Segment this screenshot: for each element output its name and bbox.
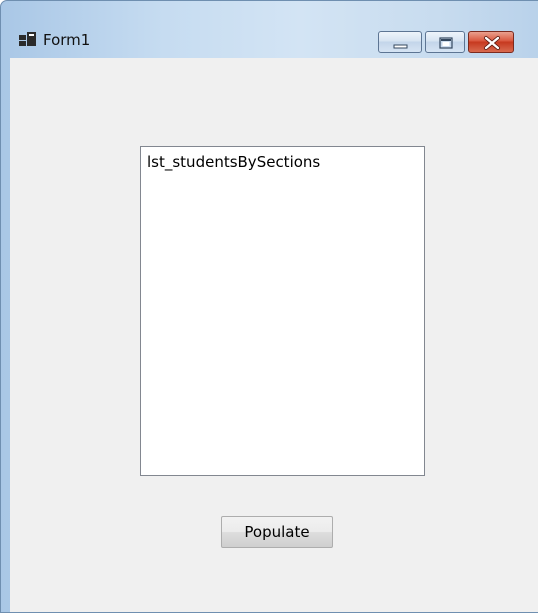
window-title: Form1 [43, 31, 91, 49]
minimize-icon [393, 44, 408, 49]
maximize-button[interactable] [425, 31, 465, 53]
close-icon [484, 36, 500, 50]
populate-button[interactable]: Populate [221, 516, 333, 548]
minimize-button[interactable] [378, 31, 422, 53]
close-button[interactable] [468, 31, 514, 53]
list-item[interactable]: lst_studentsBySections [147, 153, 320, 171]
students-by-sections-listbox[interactable]: lst_studentsBySections [140, 146, 425, 476]
form-icon[interactable] [19, 31, 37, 47]
form-client-area: lst_studentsBySections Populate [10, 58, 538, 612]
maximize-icon [439, 37, 453, 49]
form1-window: Form1 lst_studentsBySections Populate [0, 0, 538, 613]
title-bar[interactable]: Form1 [1, 1, 538, 57]
caption-buttons [378, 31, 514, 53]
